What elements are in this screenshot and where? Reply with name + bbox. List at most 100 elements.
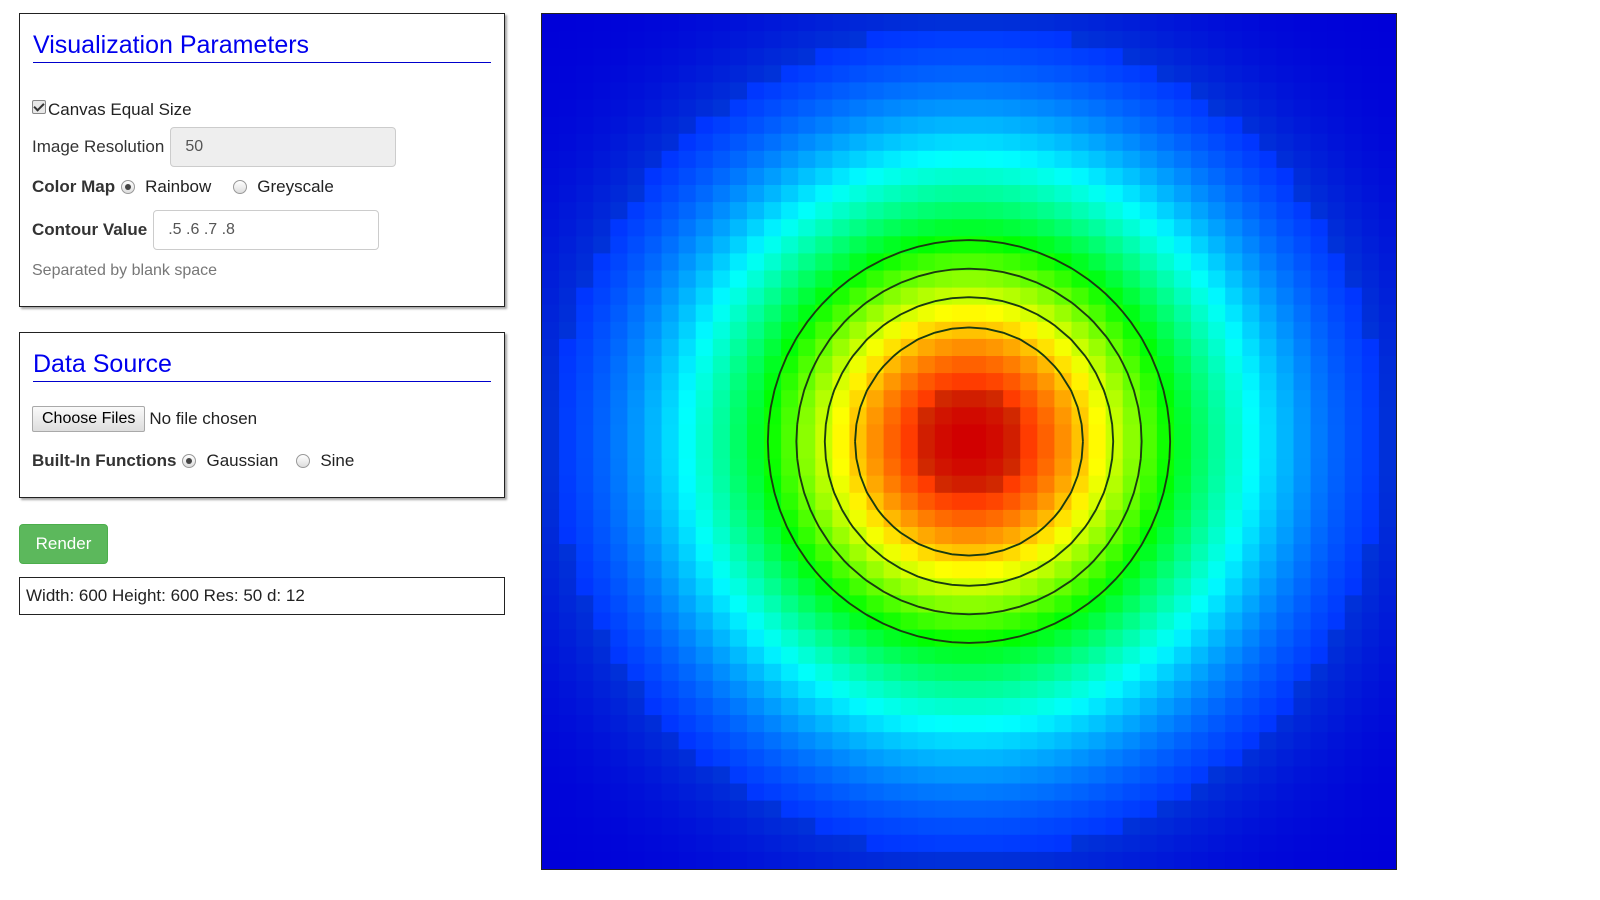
heatmap-cell: [883, 219, 902, 237]
heatmap-cell: [1344, 509, 1363, 528]
heatmap-cell: [1088, 65, 1107, 84]
render-button[interactable]: Render: [19, 524, 108, 564]
heatmap-cell: [1037, 48, 1056, 66]
heatmap-cell: [593, 612, 612, 631]
visualization-canvas[interactable]: [541, 13, 1397, 870]
heatmap-cell: [764, 219, 782, 237]
heatmap-cell: [917, 31, 936, 49]
heatmap-cell: [866, 390, 885, 408]
heatmap-cell: [746, 407, 765, 426]
heatmap-cell: [969, 834, 987, 853]
heatmap-cell: [1293, 663, 1312, 682]
heatmap-cell: [900, 475, 919, 494]
heatmap-cell: [559, 48, 577, 66]
heatmap-cell: [969, 270, 987, 289]
heatmap-cell: [798, 663, 816, 682]
heatmap-cell: [712, 253, 731, 272]
heatmap-cell: [764, 595, 782, 614]
heatmap-cell: [1259, 219, 1278, 237]
image-resolution-row: Image Resolution: [32, 127, 397, 167]
heatmap-cell: [1156, 133, 1175, 152]
heatmap-cell: [729, 356, 748, 374]
heatmap-cell: [695, 561, 714, 579]
heatmap-cell: [712, 698, 731, 716]
heatmap-cell: [849, 82, 868, 101]
heatmap-cell: [542, 116, 560, 135]
heatmap-cell: [1327, 116, 1346, 135]
heatmap-cell: [1327, 509, 1346, 528]
heatmap-cell: [1378, 287, 1396, 306]
heatmap-cell: [1344, 766, 1363, 785]
heatmap-cell: [695, 407, 714, 426]
heatmap-cell: [1361, 31, 1380, 49]
heatmap-cell: [695, 219, 714, 237]
heatmap-cell: [644, 441, 663, 460]
heatmap-cell: [610, 766, 629, 785]
heatmap-cell: [1122, 441, 1141, 460]
heatmap-cell: [746, 14, 765, 32]
heatmap-cell: [1054, 82, 1073, 101]
heatmap-cell: [678, 749, 697, 768]
heatmap-cell: [1191, 236, 1209, 255]
heatmap-cell: [1037, 663, 1056, 682]
heatmap-cell: [1020, 595, 1039, 614]
heatmap-cell: [1259, 424, 1278, 443]
heatmap-cell: [1259, 185, 1278, 203]
heatmap-cell: [798, 458, 816, 477]
heatmap-cell: [781, 817, 799, 836]
heatmap-cell: [661, 304, 680, 323]
heatmap-cell: [1088, 441, 1107, 460]
heatmap-cell: [1139, 236, 1158, 255]
heatmap-cell: [1071, 236, 1090, 255]
canvas-equal-size-checkbox[interactable]: [32, 100, 46, 114]
heatmap-cell: [951, 390, 970, 408]
heatmap-cell: [1259, 82, 1278, 101]
heatmap-cell: [644, 219, 663, 237]
contour-value-input[interactable]: [153, 210, 380, 250]
heatmap-cell: [798, 646, 816, 665]
heatmap-cell: [1242, 167, 1261, 186]
heatmap-cell: [1259, 441, 1278, 460]
heatmap-cell: [764, 817, 782, 836]
heatmap-cell: [695, 698, 714, 716]
heatmap-cell: [781, 82, 799, 101]
heatmap-cell: [593, 783, 612, 802]
heatmap-cell: [712, 116, 731, 135]
heatmap-cell: [661, 732, 680, 750]
heatmap-cell: [1225, 236, 1243, 255]
heatmap-cell: [866, 749, 885, 768]
heatmap-cell: [695, 390, 714, 408]
greyscale-radio[interactable]: [233, 180, 248, 194]
heatmap-cell: [764, 851, 782, 869]
heatmap-cell: [1242, 595, 1261, 614]
heatmap-cell: [1054, 202, 1073, 220]
heatmap-cell: [1105, 48, 1124, 66]
rainbow-radio[interactable]: [121, 180, 136, 194]
heatmap-cell: [695, 441, 714, 460]
heatmap-cell: [1344, 407, 1363, 426]
heatmap-cell: [576, 851, 594, 869]
heatmap-cell: [798, 851, 816, 869]
choose-files-button[interactable]: Choose Files: [32, 406, 146, 432]
heatmap-cell: [1037, 800, 1056, 819]
heatmap-cell: [593, 732, 612, 750]
image-resolution-input[interactable]: [170, 127, 397, 167]
gaussian-radio[interactable]: [182, 454, 197, 468]
heatmap-cell: [1139, 253, 1158, 272]
heatmap-cell: [764, 749, 782, 768]
heatmap-cell: [1003, 31, 1021, 49]
heatmap-cell: [781, 304, 799, 323]
sine-radio[interactable]: [296, 454, 311, 468]
heatmap-cell: [729, 680, 748, 699]
heatmap-cell: [951, 732, 970, 750]
heatmap-cell: [695, 185, 714, 203]
heatmap-cell: [576, 544, 594, 562]
heatmap-cell: [1242, 253, 1261, 272]
heatmap-cell: [1276, 373, 1295, 391]
heatmap-cell: [986, 287, 1004, 306]
heatmap-cell: [1122, 253, 1141, 272]
heatmap-cell: [1344, 253, 1363, 272]
heatmap-cell: [951, 65, 970, 84]
heatmap-cell: [951, 492, 970, 511]
heatmap-cell: [695, 834, 714, 853]
